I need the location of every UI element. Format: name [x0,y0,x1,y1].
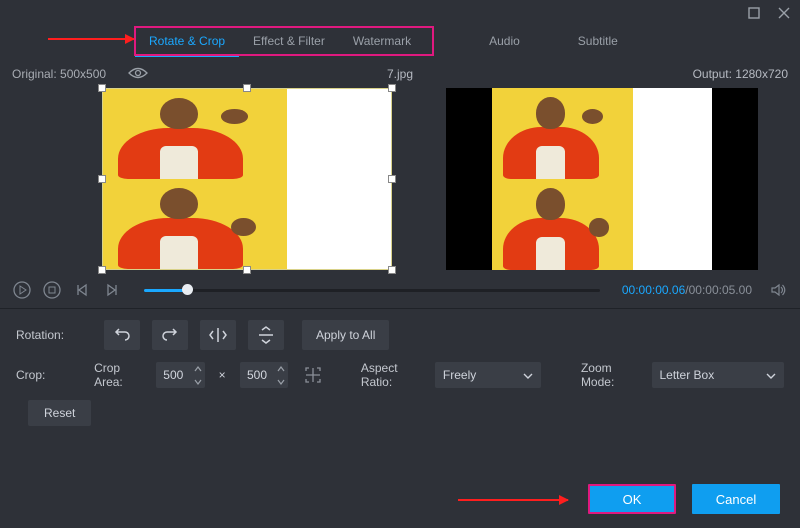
aspect-ratio-label: Aspect Ratio: [361,361,423,389]
dialog-footer: OK Cancel [588,484,780,514]
annotation-arrow-top [48,38,134,40]
chevron-down-icon [523,368,533,382]
crop-handle-top-left[interactable] [98,84,106,92]
output-preview [446,88,758,270]
controls-panel: Rotation: Apply to All Crop: Crop Area: … [0,317,800,431]
tab-subtitle[interactable]: Subtitle [564,26,632,56]
crop-height-up[interactable] [274,362,288,375]
editor-tabs: Rotate & Crop Effect & Filter Watermark … [0,26,800,56]
maximize-button[interactable] [744,3,764,23]
aspect-ratio-value: Freely [443,368,476,382]
preview-area [0,86,800,270]
zoom-mode-label: Zoom Mode: [581,361,640,389]
tab-watermark[interactable]: Watermark [339,26,425,56]
crop-row: Crop: Crop Area: 500 × 500 Aspect Ratio:… [16,357,784,393]
crop-free-icon[interactable] [300,361,324,389]
time-current: 00:00:00.06 [622,283,685,297]
rotate-cw-button[interactable] [152,320,188,350]
rotation-label: Rotation: [16,328,92,342]
ok-button[interactable]: OK [588,484,676,514]
rotation-row: Rotation: Apply to All [16,317,784,353]
crop-handle-top-mid[interactable] [243,84,251,92]
tab-effect-filter[interactable]: Effect & Filter [239,26,339,56]
zoom-mode-select[interactable]: Letter Box [652,362,784,388]
tab-audio[interactable]: Audio [475,26,534,56]
preview-header: Original: 500x500 7.jpg Output: 1280x720 [0,62,800,86]
flip-vertical-button[interactable] [248,320,284,350]
crop-width-up[interactable] [191,362,205,375]
time-total: 00:00:05.00 [689,283,752,297]
volume-icon[interactable] [768,280,788,300]
timecode: 00:00:00.06/00:00:05.00 [622,283,752,297]
tab-rotate-crop[interactable]: Rotate & Crop [135,26,239,56]
cancel-button[interactable]: Cancel [692,484,780,514]
stop-button[interactable] [42,280,62,300]
zoom-mode-value: Letter Box [660,368,715,382]
window-titlebar [0,0,800,26]
crop-width-down[interactable] [191,375,205,388]
flip-horizontal-button[interactable] [200,320,236,350]
crop-label: Crop: [16,368,82,382]
source-preview[interactable] [102,88,392,270]
crop-width-value: 500 [156,368,191,382]
section-divider [0,308,800,309]
crop-width-input[interactable]: 500 [156,362,205,388]
seek-slider[interactable] [144,281,600,299]
crop-handle-bot-right[interactable] [388,266,396,274]
annotation-arrow-bottom [458,499,568,501]
next-frame-button[interactable] [102,280,122,300]
crop-height-input[interactable]: 500 [240,362,289,388]
crop-height-down[interactable] [274,375,288,388]
dimension-times: × [217,368,228,382]
apply-to-all-button[interactable]: Apply to All [302,320,389,350]
crop-height-value: 500 [240,368,275,382]
prev-frame-button[interactable] [72,280,92,300]
crop-handle-bot-mid[interactable] [243,266,251,274]
reset-button[interactable]: Reset [28,400,91,426]
chevron-down-icon [766,368,776,382]
crop-handle-mid-left[interactable] [98,175,106,183]
rotate-ccw-button[interactable] [104,320,140,350]
play-button[interactable] [12,280,32,300]
reset-row: Reset [16,395,784,431]
crop-handle-top-right[interactable] [388,84,396,92]
aspect-ratio-select[interactable]: Freely [435,362,541,388]
close-button[interactable] [774,3,794,23]
filename-label: 7.jpg [0,67,800,81]
crop-handle-bot-left[interactable] [98,266,106,274]
crop-handle-mid-right[interactable] [388,175,396,183]
transport-bar: 00:00:00.06/00:00:05.00 [0,274,800,306]
crop-area-label: Crop Area: [94,361,144,389]
